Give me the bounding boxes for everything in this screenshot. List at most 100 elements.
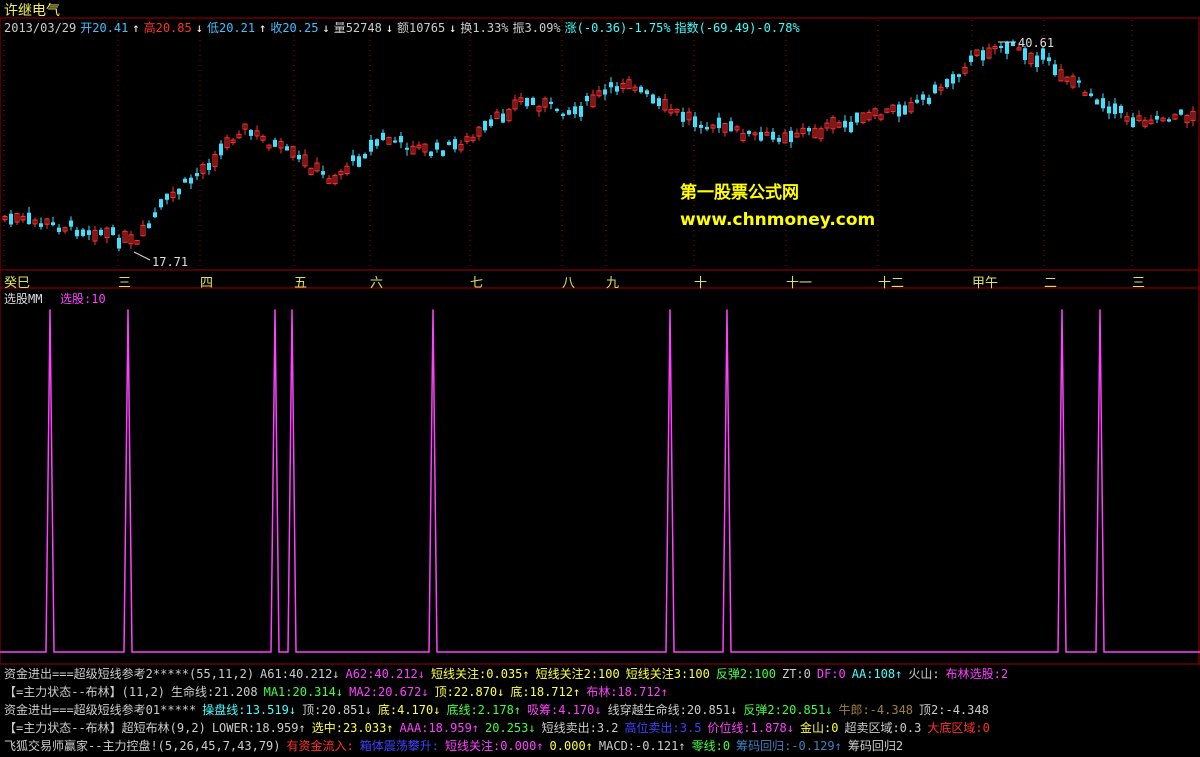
candle-down [501, 113, 505, 123]
candle-down [759, 132, 763, 141]
readout-item: 短线关注3:100 [625, 667, 710, 681]
candle-down [429, 151, 433, 157]
readout-item: 零线:0 [691, 739, 731, 753]
candle-down [81, 229, 85, 236]
candle-down [249, 130, 253, 136]
watermark-url: www.chnmoney.com [680, 210, 876, 230]
watermark-title: 第一股票公式网 [680, 183, 799, 203]
month-label: 癸巳 [4, 276, 31, 291]
quote-item: ↓ [322, 21, 330, 35]
candle-down [1035, 55, 1039, 68]
candle-down [1053, 64, 1057, 76]
quote-item: 额10765 [397, 21, 446, 35]
candle-down [777, 138, 781, 142]
quote-item: ↓ [385, 21, 394, 35]
readout-line: 【=主力状态--布林】超短布林(9,2) LOWER:18.959↑ 选中:23.0… [4, 719, 996, 736]
indicator-peak [1099, 309, 1101, 311]
candle-down [699, 124, 703, 128]
indicator-peak [669, 309, 671, 311]
quote-row: 2013/03/29 开20.41 ↑ 高20.85 ↓ 低20.21 ↑ 收20.25 ↓ 量5… [4, 19, 804, 36]
candle-down [999, 45, 1003, 48]
candle-down [381, 132, 385, 140]
candle-down [285, 146, 289, 151]
candle-down [849, 121, 853, 133]
candle-down [1107, 106, 1111, 114]
readout-item: 短线卖出:3.2 [541, 721, 619, 735]
indicator-name: 选股MM [4, 292, 43, 306]
candle-down [357, 156, 361, 167]
indicator-readout-panel: 资金进出===超级短线参考2*****(55,11,2) A61:40.212↓ A… [0, 664, 1200, 757]
readout-item: 吸筹:4.170↓ [527, 703, 602, 717]
candle-down [897, 104, 901, 117]
candle-down [1119, 105, 1123, 113]
readout-item: 金山:0 [800, 721, 839, 735]
candle-down [1179, 109, 1183, 115]
readout-item: 布林选股:2 [945, 667, 1009, 681]
candle-down [645, 90, 649, 95]
candle-down [609, 82, 613, 88]
candle-down [165, 193, 169, 200]
readout-line: 资金进出===超级短线参考2*****(55,11,2) A61:40.212↓ A… [4, 665, 1014, 682]
indicator-peak [127, 309, 129, 311]
candle-down [981, 50, 985, 61]
candle-down [117, 237, 121, 249]
readout-item: 【=主力状态--布林】(11,2) [4, 685, 166, 699]
quote-item: 开20.41 [80, 21, 129, 35]
quote-item: ↑ [259, 21, 267, 35]
month-label: 十一 [786, 276, 813, 291]
candle-down [273, 139, 277, 147]
candle-down [951, 74, 955, 84]
candle-down [297, 155, 301, 160]
grid-lines [0, 17, 1200, 665]
candle-down [453, 139, 457, 150]
candle-down [693, 116, 697, 128]
indicator-peak [726, 309, 728, 311]
candle-down [579, 105, 583, 117]
candle-down [1131, 117, 1135, 128]
candle-down [747, 130, 751, 135]
candle-down [957, 74, 961, 77]
candle-down [855, 112, 859, 123]
readout-item: ZT:0 [781, 667, 811, 681]
candle-down [585, 95, 589, 102]
candle-down [207, 163, 211, 170]
chart-canvas [0, 17, 1200, 665]
readout-item: MACD:-0.121↑ [598, 739, 686, 753]
month-label: 三 [1132, 276, 1146, 291]
readout-item: 超卖区域:0.3 [844, 721, 922, 735]
candle-down [147, 223, 151, 229]
candle-down [969, 55, 973, 62]
candle-down [489, 119, 493, 126]
candle-down [903, 105, 907, 115]
readout-item: 短线关注:0.035↑ [431, 667, 530, 681]
readout-item: 筹码回归2 [847, 739, 904, 753]
readout-item: 操盘线:13.519↓ [202, 703, 297, 717]
candle-down [945, 79, 949, 88]
quote-item: 2013/03/29 [4, 21, 77, 35]
quote-item: 涨(-0.36)-1.75% [564, 21, 671, 35]
candle-down [435, 142, 439, 150]
readout-item: 底:4.170↓ [377, 703, 441, 717]
candle-down [405, 147, 409, 150]
readout-item: 生命线:21.208 [171, 685, 258, 699]
readout-item: 筹码回归:-0.129↑ [736, 739, 842, 753]
indicator-peak [274, 309, 276, 311]
candle-down [705, 126, 709, 130]
readout-item: 底线:2.178↑ [446, 703, 522, 717]
readout-item: A62:40.212↓ [345, 667, 426, 681]
candle-down [351, 155, 355, 162]
quote-item: ↑ [132, 21, 140, 35]
month-label: 三 [118, 276, 132, 291]
candle-down [729, 121, 733, 132]
indicator-value: 选股:10 [60, 292, 106, 306]
candle-down [807, 127, 811, 132]
candle-down [189, 177, 193, 184]
candle-down [567, 110, 571, 115]
candle-down [717, 117, 721, 129]
candle-down [927, 97, 931, 104]
quote-item: 收20.25 [270, 21, 319, 35]
readout-item: 高位卖出:3.5 [624, 721, 702, 735]
candle-down [1047, 57, 1051, 62]
readout-item: MA1:20.314↓ [263, 685, 344, 699]
candle-down [39, 223, 43, 227]
